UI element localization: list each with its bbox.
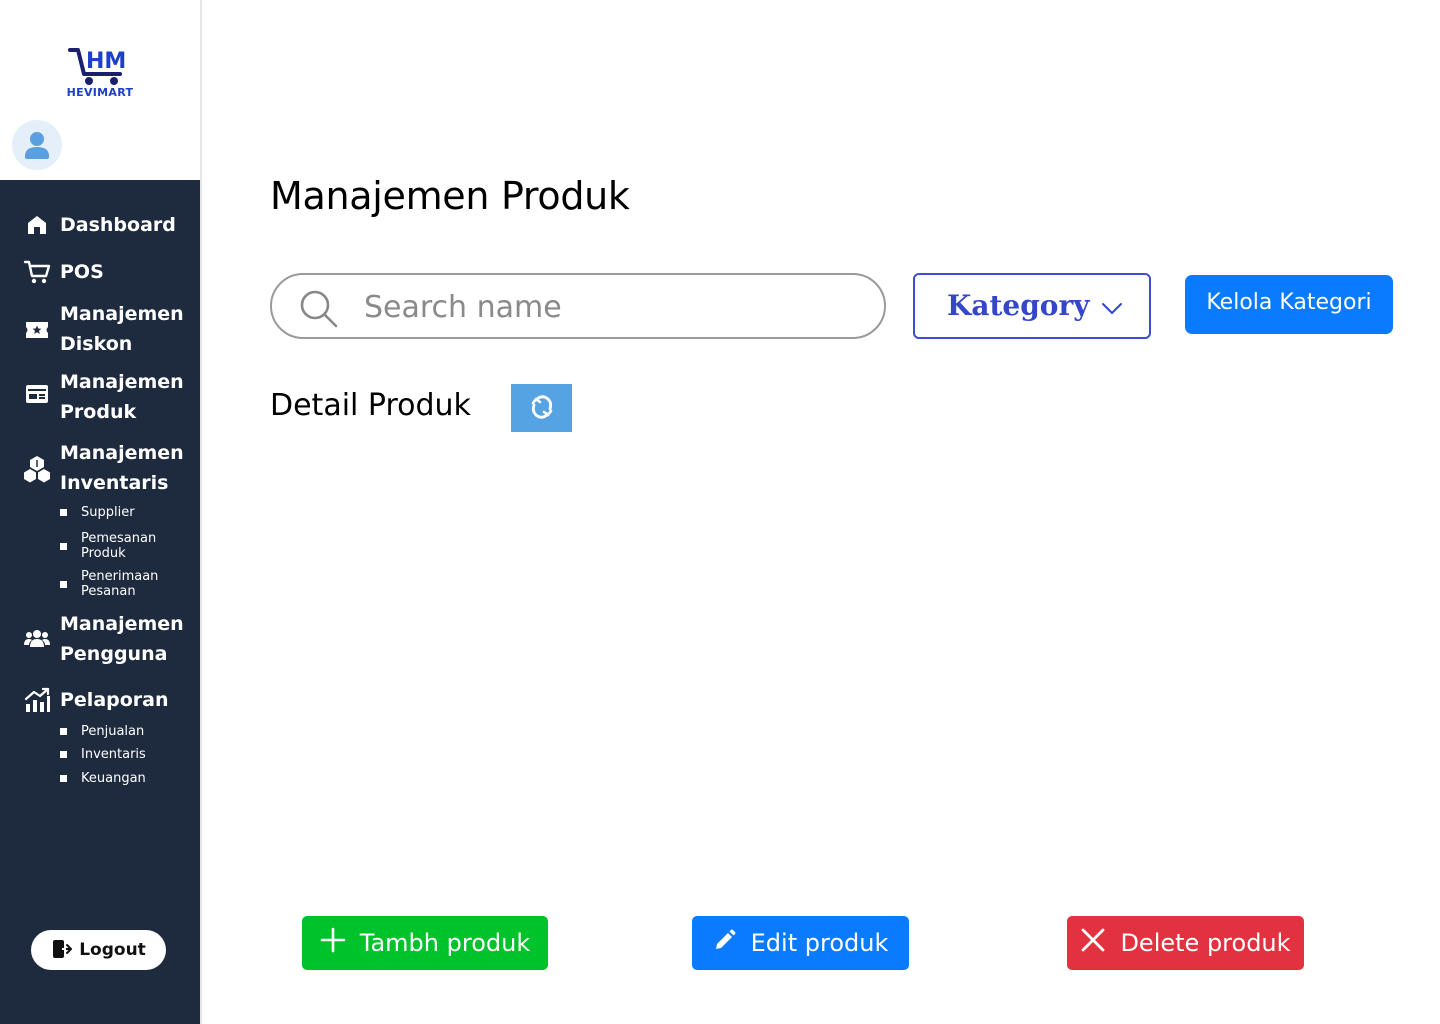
cart-icon	[22, 257, 52, 287]
search-box[interactable]	[270, 273, 886, 339]
logout-label: Logout	[79, 940, 146, 960]
category-dropdown[interactable]: Kategory	[913, 273, 1151, 339]
sidebar-item-label: Manajemen Pengguna	[60, 613, 184, 665]
sub-item-penjualan[interactable]: Penjualan	[60, 724, 181, 739]
cart-logo-icon: HM	[68, 48, 126, 85]
chart-icon	[22, 685, 52, 715]
bullet	[60, 580, 67, 588]
plus-icon	[320, 927, 346, 959]
pencil-icon	[713, 928, 737, 958]
sidebar-divider	[200, 0, 202, 1024]
refresh-button[interactable]	[511, 384, 572, 432]
chevron-down-icon	[1101, 301, 1123, 315]
detail-produk-title: Detail Produk	[270, 388, 471, 423]
sidebar-item-inventaris[interactable]: Manajemen Inventaris	[22, 438, 190, 498]
boxes-icon	[22, 454, 52, 484]
sidebar-item-produk[interactable]: Manajemen Produk	[22, 367, 190, 427]
sidebar-item-pos[interactable]: POS	[22, 257, 104, 287]
sidebar-item-label: Manajemen Diskon	[60, 303, 184, 355]
sub-item-inventaris-report[interactable]: Inventaris	[60, 747, 181, 762]
sidebar-item-diskon[interactable]: Manajemen Diskon	[22, 299, 190, 359]
sub-item-label: Supplier	[81, 505, 135, 520]
sub-item-supplier[interactable]: Supplier	[60, 505, 181, 520]
sub-item-label: Pemesanan Produk	[81, 531, 157, 561]
sidebar: HM HEVIMART Dashboard POS Manajemen Disk…	[0, 0, 200, 1024]
brand-name: HEVIMART	[66, 86, 134, 99]
bullet	[60, 775, 67, 782]
sidebar-nav: Dashboard POS Manajemen Diskon Manajemen…	[0, 180, 200, 1024]
avatar[interactable]	[12, 120, 62, 170]
sub-item-label: Keuangan	[81, 771, 146, 786]
edit-product-label: Edit produk	[750, 929, 889, 957]
bullet	[60, 542, 67, 550]
product-card-icon	[22, 379, 52, 409]
category-dropdown-value: Kategory	[947, 289, 1090, 322]
edit-product-button[interactable]: Edit produk	[692, 916, 909, 970]
home-icon	[22, 210, 52, 240]
brand-logo[interactable]: HM HEVIMART	[62, 44, 138, 102]
sidebar-item-label: Dashboard	[60, 214, 176, 236]
svg-text:HM: HM	[86, 49, 126, 74]
sub-item-penerimaan-pesanan[interactable]: Penerimaan Pesanan	[60, 569, 181, 599]
bullet	[60, 728, 67, 735]
close-icon	[1080, 927, 1106, 959]
sidebar-item-pengguna[interactable]: Manajemen Pengguna	[22, 609, 190, 669]
sidebar-header: HM HEVIMART	[0, 0, 200, 180]
logout-icon	[51, 938, 73, 963]
sidebar-item-label: Manajemen Inventaris	[60, 442, 184, 494]
search-input[interactable]	[364, 285, 864, 329]
sub-item-pemesanan-produk[interactable]: Pemesanan Produk	[60, 531, 181, 561]
bullet	[60, 751, 67, 758]
add-product-label: Tambh produk	[359, 929, 531, 957]
logout-button[interactable]: Logout	[31, 930, 166, 970]
sub-item-label: Inventaris	[81, 747, 146, 762]
sub-item-keuangan[interactable]: Keuangan	[60, 771, 181, 786]
sidebar-item-dashboard[interactable]: Dashboard	[22, 210, 176, 240]
delete-product-button[interactable]: Delete produk	[1067, 916, 1304, 970]
sub-item-label: Penerimaan Pesanan	[81, 569, 159, 599]
ticket-icon	[22, 315, 52, 345]
app: HM HEVIMART Dashboard POS Manajemen Disk…	[0, 0, 1440, 1024]
delete-product-label: Delete produk	[1120, 929, 1291, 957]
sidebar-item-pelaporan[interactable]: Pelaporan	[22, 685, 169, 715]
kelola-kategori-button[interactable]: Kelola Kategori	[1185, 275, 1393, 334]
bullet	[60, 509, 67, 516]
user-icon	[25, 132, 49, 159]
page-title: Manajemen Produk	[270, 174, 630, 218]
sidebar-item-label: POS	[60, 261, 104, 283]
refresh-icon	[527, 390, 557, 427]
sidebar-item-label: Manajemen Produk	[60, 371, 184, 423]
search-icon	[298, 288, 340, 330]
sidebar-item-label: Pelaporan	[60, 689, 169, 711]
add-product-button[interactable]: Tambh produk	[302, 916, 548, 970]
sub-item-label: Penjualan	[81, 724, 145, 739]
users-icon	[22, 623, 52, 653]
